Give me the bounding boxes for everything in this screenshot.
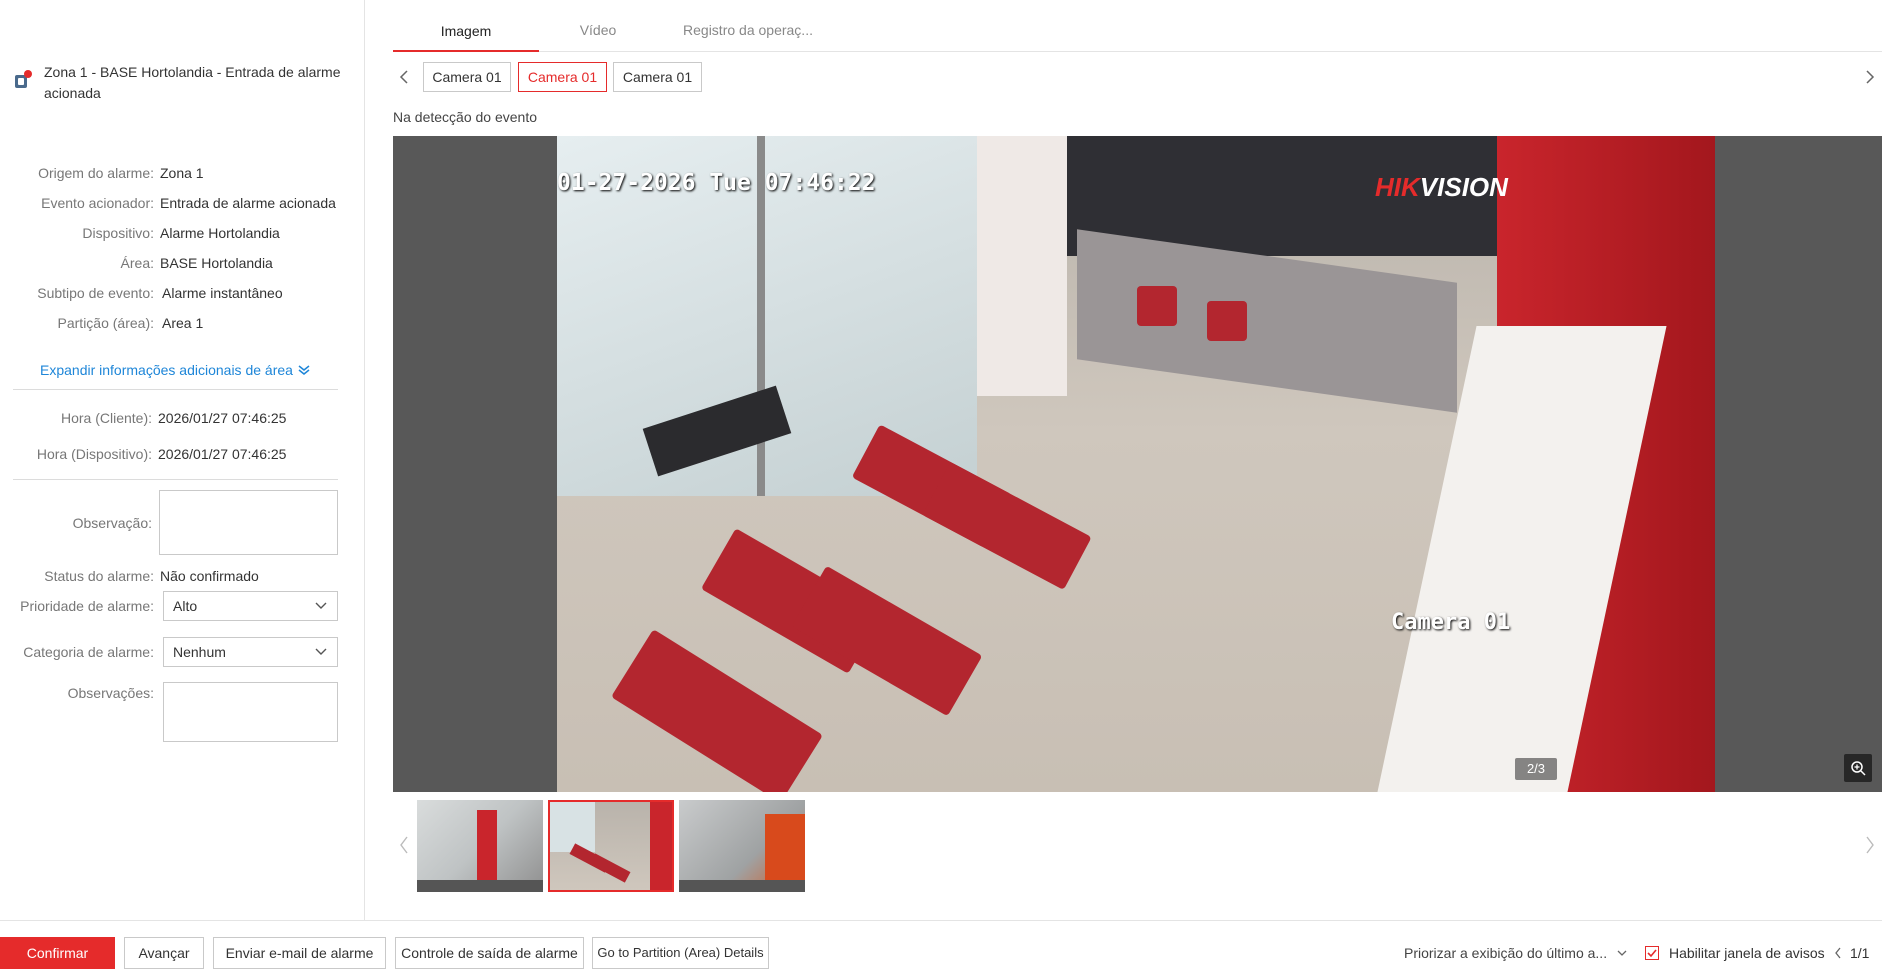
category-select[interactable]: Nenhum [163, 637, 338, 667]
enable-warning-window-checkbox[interactable]: Habilitar janela de avisos [1645, 945, 1825, 961]
thumbnail-strip [393, 798, 1882, 894]
detail-value: BASE Hortolandia [160, 255, 273, 271]
brand-watermark: HIKVISION [1375, 172, 1508, 203]
time-value: 2026/01/27 07:46:25 [158, 446, 287, 462]
chevron-right-icon[interactable] [1865, 70, 1875, 84]
priority-display-label: Priorizar a exibição do último a... [1404, 945, 1608, 961]
category-label: Categoria de alarme: [23, 644, 154, 660]
partition-details-button[interactable]: Go to Partition (Area) Details [592, 937, 769, 969]
chevron-left-icon[interactable] [1834, 947, 1842, 959]
observacoes-label: Observações: [67, 685, 154, 701]
expand-area-info-link[interactable]: Expandir informações adicionais de área [40, 362, 311, 378]
brand-part-a: HIK [1375, 172, 1420, 202]
camera-button[interactable]: Camera 01 [613, 62, 702, 92]
tab-video[interactable]: Vídeo [553, 18, 643, 52]
observacoes-row: Observações: [20, 683, 154, 703]
action-bar: Confirmar Avançar Enviar e-mail de alarm… [0, 920, 1882, 974]
detail-value: Alarme instantâneo [162, 285, 283, 301]
checkbox-checked-icon [1645, 946, 1659, 960]
divider [13, 479, 338, 480]
observacao-label: Observação: [72, 515, 152, 531]
expand-area-info-label: Expandir informações adicionais de área [40, 362, 293, 378]
priority-display-dropdown[interactable]: Priorizar a exibição do último a... [1404, 945, 1627, 961]
priority-row: Prioridade de alarme: [20, 596, 154, 616]
detail-row-evento: Evento acionador: Entrada de alarme acio… [20, 193, 336, 213]
alarm-detail-panel: Zona 1 - BASE Hortolandia - Entrada de a… [0, 0, 365, 920]
detail-value: Alarme Hortolandia [160, 225, 280, 241]
confirm-button[interactable]: Confirmar [0, 937, 115, 969]
priority-selected-value: Alto [173, 598, 198, 614]
priority-label: Prioridade de alarme: [20, 598, 154, 614]
camera-button-active[interactable]: Camera 01 [518, 62, 607, 92]
detail-row-particao: Partição (área): Area 1 [20, 313, 204, 333]
brand-part-b: VISION [1419, 172, 1508, 202]
detail-label: Subtipo de evento: [37, 285, 154, 301]
category-selected-value: Nenhum [173, 644, 226, 660]
time-value: 2026/01/27 07:46:25 [158, 410, 287, 426]
observacoes-textarea[interactable] [163, 682, 338, 742]
detail-row-origem: Origem do alarme: Zona 1 [20, 163, 204, 183]
next-button[interactable]: Avançar [124, 937, 204, 969]
osd-camera-name: Camera 01 [1391, 610, 1511, 635]
time-row-client: Hora (Cliente): 2026/01/27 07:46:25 [20, 408, 287, 428]
detail-label: Evento acionador: [41, 195, 154, 211]
status-value: Não confirmado [160, 568, 259, 584]
camera-snapshot: 01-27-2026 Tue 07:46:22 HIKVISION Camera… [557, 136, 1715, 792]
detail-value: Area 1 [162, 315, 204, 331]
time-label: Hora (Dispositivo): [36, 446, 152, 462]
detail-label: Origem do alarme: [38, 165, 154, 181]
chevron-down-icon [1617, 950, 1627, 956]
image-viewer[interactable]: 01-27-2026 Tue 07:46:22 HIKVISION Camera… [393, 136, 1882, 792]
detail-label: Partição (área): [57, 315, 154, 331]
zoom-in-icon [1851, 761, 1866, 776]
category-row: Categoria de alarme: [20, 642, 154, 662]
detail-value: Zona 1 [160, 165, 204, 181]
alarm-header: Zona 1 - BASE Hortolandia - Entrada de a… [14, 62, 354, 104]
thumbnail-image-active[interactable] [548, 800, 674, 892]
osd-timestamp: 01-27-2026 Tue 07:46:22 [557, 170, 876, 196]
image-counter: 2/3 [1515, 758, 1557, 780]
status-row: Status do alarme: Não confirmado [20, 566, 259, 586]
media-tabs: Imagem Vídeo Registro da operaç... [393, 18, 1882, 52]
page-indicator: 1/1 [1850, 945, 1870, 961]
camera-selector: Camera 01 Camera 01 Camera 01 [393, 62, 1882, 92]
detail-row-subtipo: Subtipo de evento: Alarme instantâneo [20, 283, 283, 303]
priority-select[interactable]: Alto [163, 591, 338, 621]
zoom-button[interactable] [1844, 754, 1872, 782]
send-email-button[interactable]: Enviar e-mail de alarme [213, 937, 386, 969]
thumbnail-image[interactable] [679, 800, 805, 892]
status-label: Status do alarme: [44, 568, 154, 584]
chevron-down-icon [315, 648, 327, 655]
detail-row-area: Área: BASE Hortolandia [20, 253, 273, 273]
divider [13, 389, 338, 390]
chevron-left-icon[interactable] [399, 836, 409, 854]
pager: 1/1 [1834, 945, 1869, 961]
event-capture-label: Na detecção do evento [393, 109, 537, 125]
chevron-right-icon[interactable] [1865, 836, 1875, 854]
thumbnail-image[interactable] [417, 800, 543, 892]
detail-value: Entrada de alarme acionada [160, 195, 336, 211]
time-row-device: Hora (Dispositivo): 2026/01/27 07:46:25 [20, 444, 287, 464]
alarm-input-icon [14, 70, 32, 90]
alarm-output-button[interactable]: Controle de saída de alarme [395, 937, 584, 969]
detail-row-dispositivo: Dispositivo: Alarme Hortolandia [20, 223, 280, 243]
detail-label: Área: [120, 255, 154, 271]
detail-label: Dispositivo: [82, 225, 154, 241]
chevron-down-icon [315, 602, 327, 609]
observacao-row: Observação: [20, 513, 152, 533]
tab-imagem[interactable]: Imagem [393, 18, 539, 52]
camera-button[interactable]: Camera 01 [423, 62, 511, 92]
alarm-title: Zona 1 - BASE Hortolandia - Entrada de a… [44, 64, 341, 101]
time-label: Hora (Cliente): [60, 410, 152, 426]
enable-warning-window-label: Habilitar janela de avisos [1669, 945, 1825, 961]
observacao-textarea[interactable] [159, 490, 338, 555]
chevron-left-icon[interactable] [399, 70, 409, 84]
double-chevron-down-icon [298, 365, 310, 375]
tab-registro[interactable]: Registro da operaç... [673, 18, 823, 52]
